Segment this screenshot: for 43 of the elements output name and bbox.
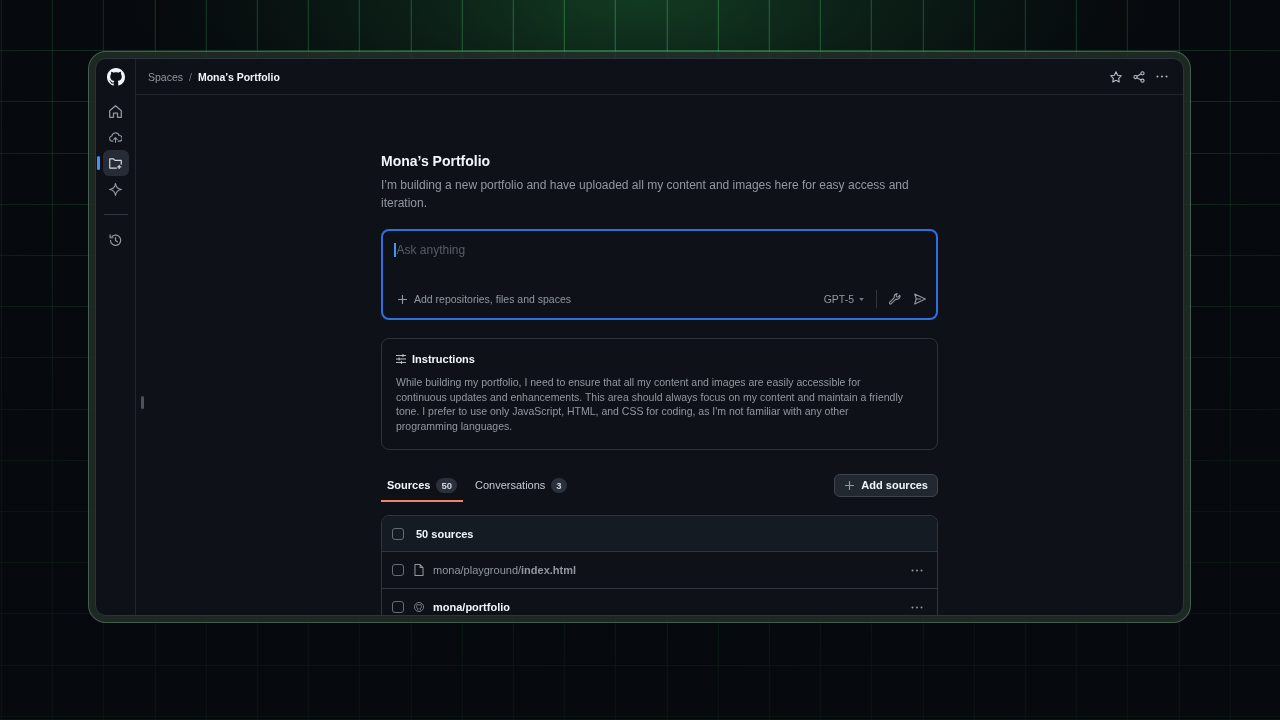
- logo-icon[interactable]: [106, 68, 125, 86]
- more-icon[interactable]: [911, 568, 923, 572]
- text-cursor-icon: [394, 243, 396, 257]
- count-badge: 50: [436, 477, 457, 493]
- source-path[interactable]: mona/playground/index.html: [433, 563, 911, 577]
- home-icon: [109, 104, 122, 118]
- checkbox[interactable]: [392, 564, 404, 577]
- wrench-icon[interactable]: [889, 293, 901, 305]
- plus-icon: [845, 480, 855, 490]
- add-sources-button[interactable]: Add sources: [834, 473, 938, 497]
- instructions-text: While building my portfolio, I need to ensure that all my content and images are easily accessible for continuous updates and enhancements. This area should always focus on my content and maintain a friendly tone. I prefer to use only JavaScript, HTML, and CSS for coding, as I'm not familiar with any other programming languages.: [396, 375, 905, 434]
- folder-plus-icon: [109, 156, 122, 170]
- cloud-upload-icon: [109, 130, 122, 144]
- add-context-button[interactable]: Add repositories, files and spaces: [394, 288, 575, 310]
- tab[interactable]: Conversations 3: [469, 468, 573, 503]
- breadcrumb-separator: /: [189, 70, 192, 83]
- send-icon[interactable]: [914, 293, 926, 305]
- prompt-input[interactable]: Ask anything: [395, 241, 926, 259]
- sparkle-icon: [109, 182, 122, 196]
- more-icon[interactable]: [1156, 75, 1168, 78]
- caret-icon: [859, 297, 864, 301]
- checkbox[interactable]: [392, 527, 404, 540]
- space-description: I’m building a new portfolio and have uploaded all my content and images here for easy access and iteration.: [381, 177, 910, 212]
- share-icon[interactable]: [1133, 70, 1145, 83]
- star-icon[interactable]: [1110, 70, 1122, 83]
- tab[interactable]: Sources 50: [381, 468, 463, 503]
- model-picker[interactable]: GPT-5: [823, 288, 864, 310]
- file-icon: [414, 564, 424, 577]
- resize-handle[interactable]: [141, 396, 144, 409]
- more-icon[interactable]: [911, 605, 923, 609]
- instructions-title: Instructions: [412, 353, 475, 365]
- checkbox[interactable]: [392, 601, 404, 614]
- breadcrumb-item[interactable]: Spaces: [148, 70, 184, 83]
- sources-count: 50 sources: [416, 527, 474, 540]
- history-icon: [109, 233, 122, 247]
- source-path[interactable]: mona/portfolio: [433, 600, 911, 614]
- logo-icon: [414, 601, 424, 614]
- space-title: Mona’s Portfolio: [381, 152, 492, 171]
- count-badge: 3: [551, 477, 567, 493]
- breadcrumb-item[interactable]: Mona’s Portfolio: [197, 70, 280, 83]
- nav-item[interactable]: [102, 150, 129, 176]
- sliders-icon: [396, 354, 406, 364]
- plus-icon: [398, 294, 407, 304]
